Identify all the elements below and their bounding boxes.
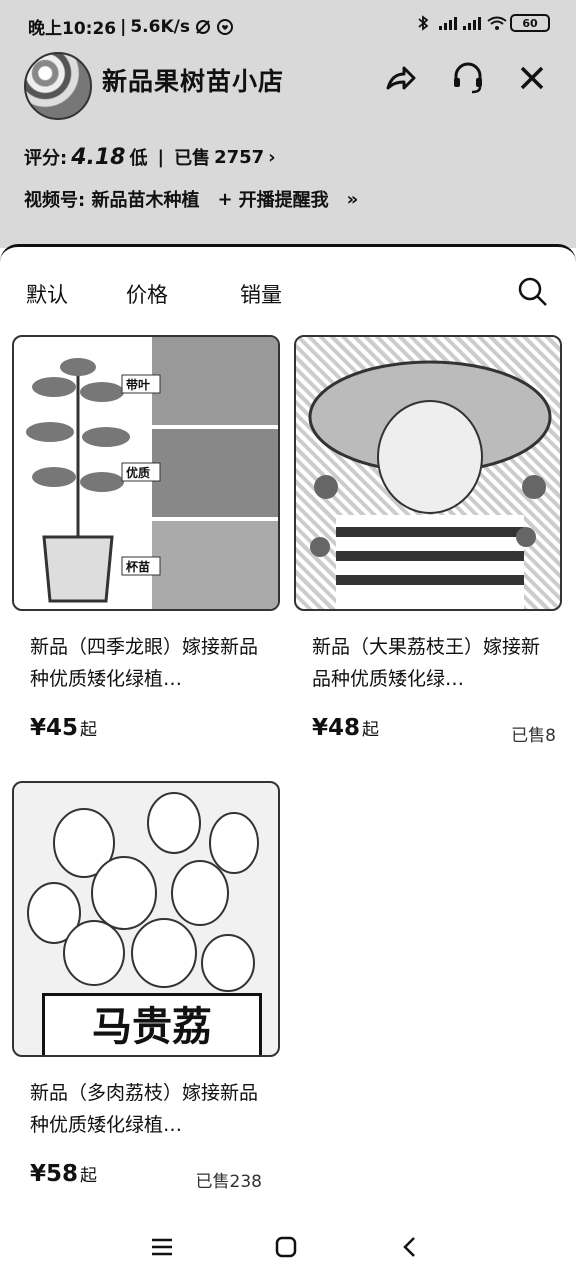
farmer-with-hat-image [308,360,552,609]
product-card[interactable]: 新品（大果荔枝王）嫁接新品种优质矮化绿… ¥48 起 已售8 [294,335,562,751]
home-button[interactable] [268,1232,304,1262]
image-label-3: 杯苗 [126,559,150,574]
product-image[interactable] [294,335,562,611]
fruit-sign: 马贵荔 [42,993,262,1055]
menu-button[interactable] [144,1232,180,1262]
product-price: ¥58 [30,1161,79,1187]
product-card[interactable]: 带叶 优质 杯苗 新品（四季龙眼）嫁接新品种优质矮化绿植… ¥45 起 [12,335,280,751]
channel-name[interactable]: 新品苗木种植 [91,190,199,211]
product-panel: 默认 价格 销量 带叶 优质 杯苗 新品（四季龙眼）嫁接新品种优质矮化绿植… ¥… [0,244,576,1280]
search-button[interactable] [516,275,550,309]
chevron-right-icon: › [268,146,276,168]
shop-stats-row[interactable]: 评分: 4.18 低 | 已售 2757 › [24,144,276,170]
product-image[interactable]: 马贵荔 [12,781,280,1057]
battery-indicator: 60 [510,14,550,32]
shop-info-row: 新品果树苗小店 [24,52,554,120]
product-title: 新品（大果荔枝王）嫁接新品种优质矮化绿… [312,636,541,690]
home-square-icon [275,1236,297,1258]
shop-name: 新品果树苗小店 [102,67,285,96]
sort-default-tab[interactable]: 默认 [26,279,68,309]
rating-label: 评分: [24,148,68,169]
price-suffix: 起 [362,720,380,740]
status-time: 晚上10:26 [28,19,117,39]
back-chevron-icon [403,1237,415,1257]
channel-label: 视频号: [24,190,86,211]
search-icon [518,277,547,306]
do-not-disturb-icon [194,19,212,35]
share-button[interactable] [380,58,420,98]
product-price-row: ¥48 起 已售8 [294,711,562,751]
wifi-icon [486,15,507,31]
sort-bar: 默认 价格 销量 [0,275,576,315]
rating-level: 低 [129,148,148,169]
menu-icon [152,1238,172,1256]
product-price-row: ¥58 起 已售238 [12,1157,280,1197]
longan-tree-image: 带叶 优质 杯苗 [26,337,278,609]
close-icon [520,66,544,90]
product-sold: 已售8 [511,726,556,746]
sold-label: 已售 [174,148,211,169]
sort-price-tab[interactable]: 价格 [126,279,168,309]
close-button[interactable] [512,58,552,98]
shop-header: 晚上10:26 | 5.6K/s 60 新品果树苗小店 评分: 4.18 低 |… [0,0,576,248]
image-label-2: 优质 [126,465,150,480]
product-price-row: ¥45 起 [12,711,280,751]
product-image[interactable]: 带叶 优质 杯苗 [12,335,280,611]
product-price: ¥48 [312,715,361,741]
network-speed: 5.6K/s [130,16,190,37]
heart-app-icon [216,18,234,35]
price-suffix: 起 [80,1166,98,1186]
signal-2-icon [462,15,481,31]
bluetooth-icon [414,15,432,31]
product-price: ¥45 [30,715,79,741]
share-icon [386,66,416,90]
product-title: 新品（多肉荔枝）嫁接新品种优质矮化绿植… [30,1082,259,1136]
price-suffix: 起 [80,720,98,740]
product-card[interactable]: 马贵荔 新品（多肉荔枝）嫁接新品种优质矮化绿植… ¥58 起 已售238 [12,781,280,1197]
product-title: 新品（四季龙眼）嫁接新品种优质矮化绿植… [30,636,259,690]
customer-service-button[interactable] [448,58,488,98]
live-reminder-label: 开播提醒我 [238,190,329,211]
sold-count: 2757 [214,146,265,168]
system-nav-bar [0,1222,576,1272]
sort-sales-tab[interactable]: 销量 [240,279,282,309]
channel-row: 视频号: 新品苗木种植 + 开播提醒我 » [24,186,358,212]
product-sold: 已售238 [195,1172,262,1192]
image-label-1: 带叶 [126,377,150,392]
headset-icon [454,62,482,94]
double-chevron-right-icon[interactable]: » [347,189,359,210]
rating-score: 4.18 [71,144,126,170]
back-button[interactable] [392,1232,428,1262]
signal-icon [438,15,457,31]
shop-avatar[interactable] [24,52,92,120]
plus-icon: + [217,188,233,210]
status-bar: 晚上10:26 | 5.6K/s 60 [0,10,576,40]
live-reminder-button[interactable]: + 开播提醒我 [217,186,328,212]
